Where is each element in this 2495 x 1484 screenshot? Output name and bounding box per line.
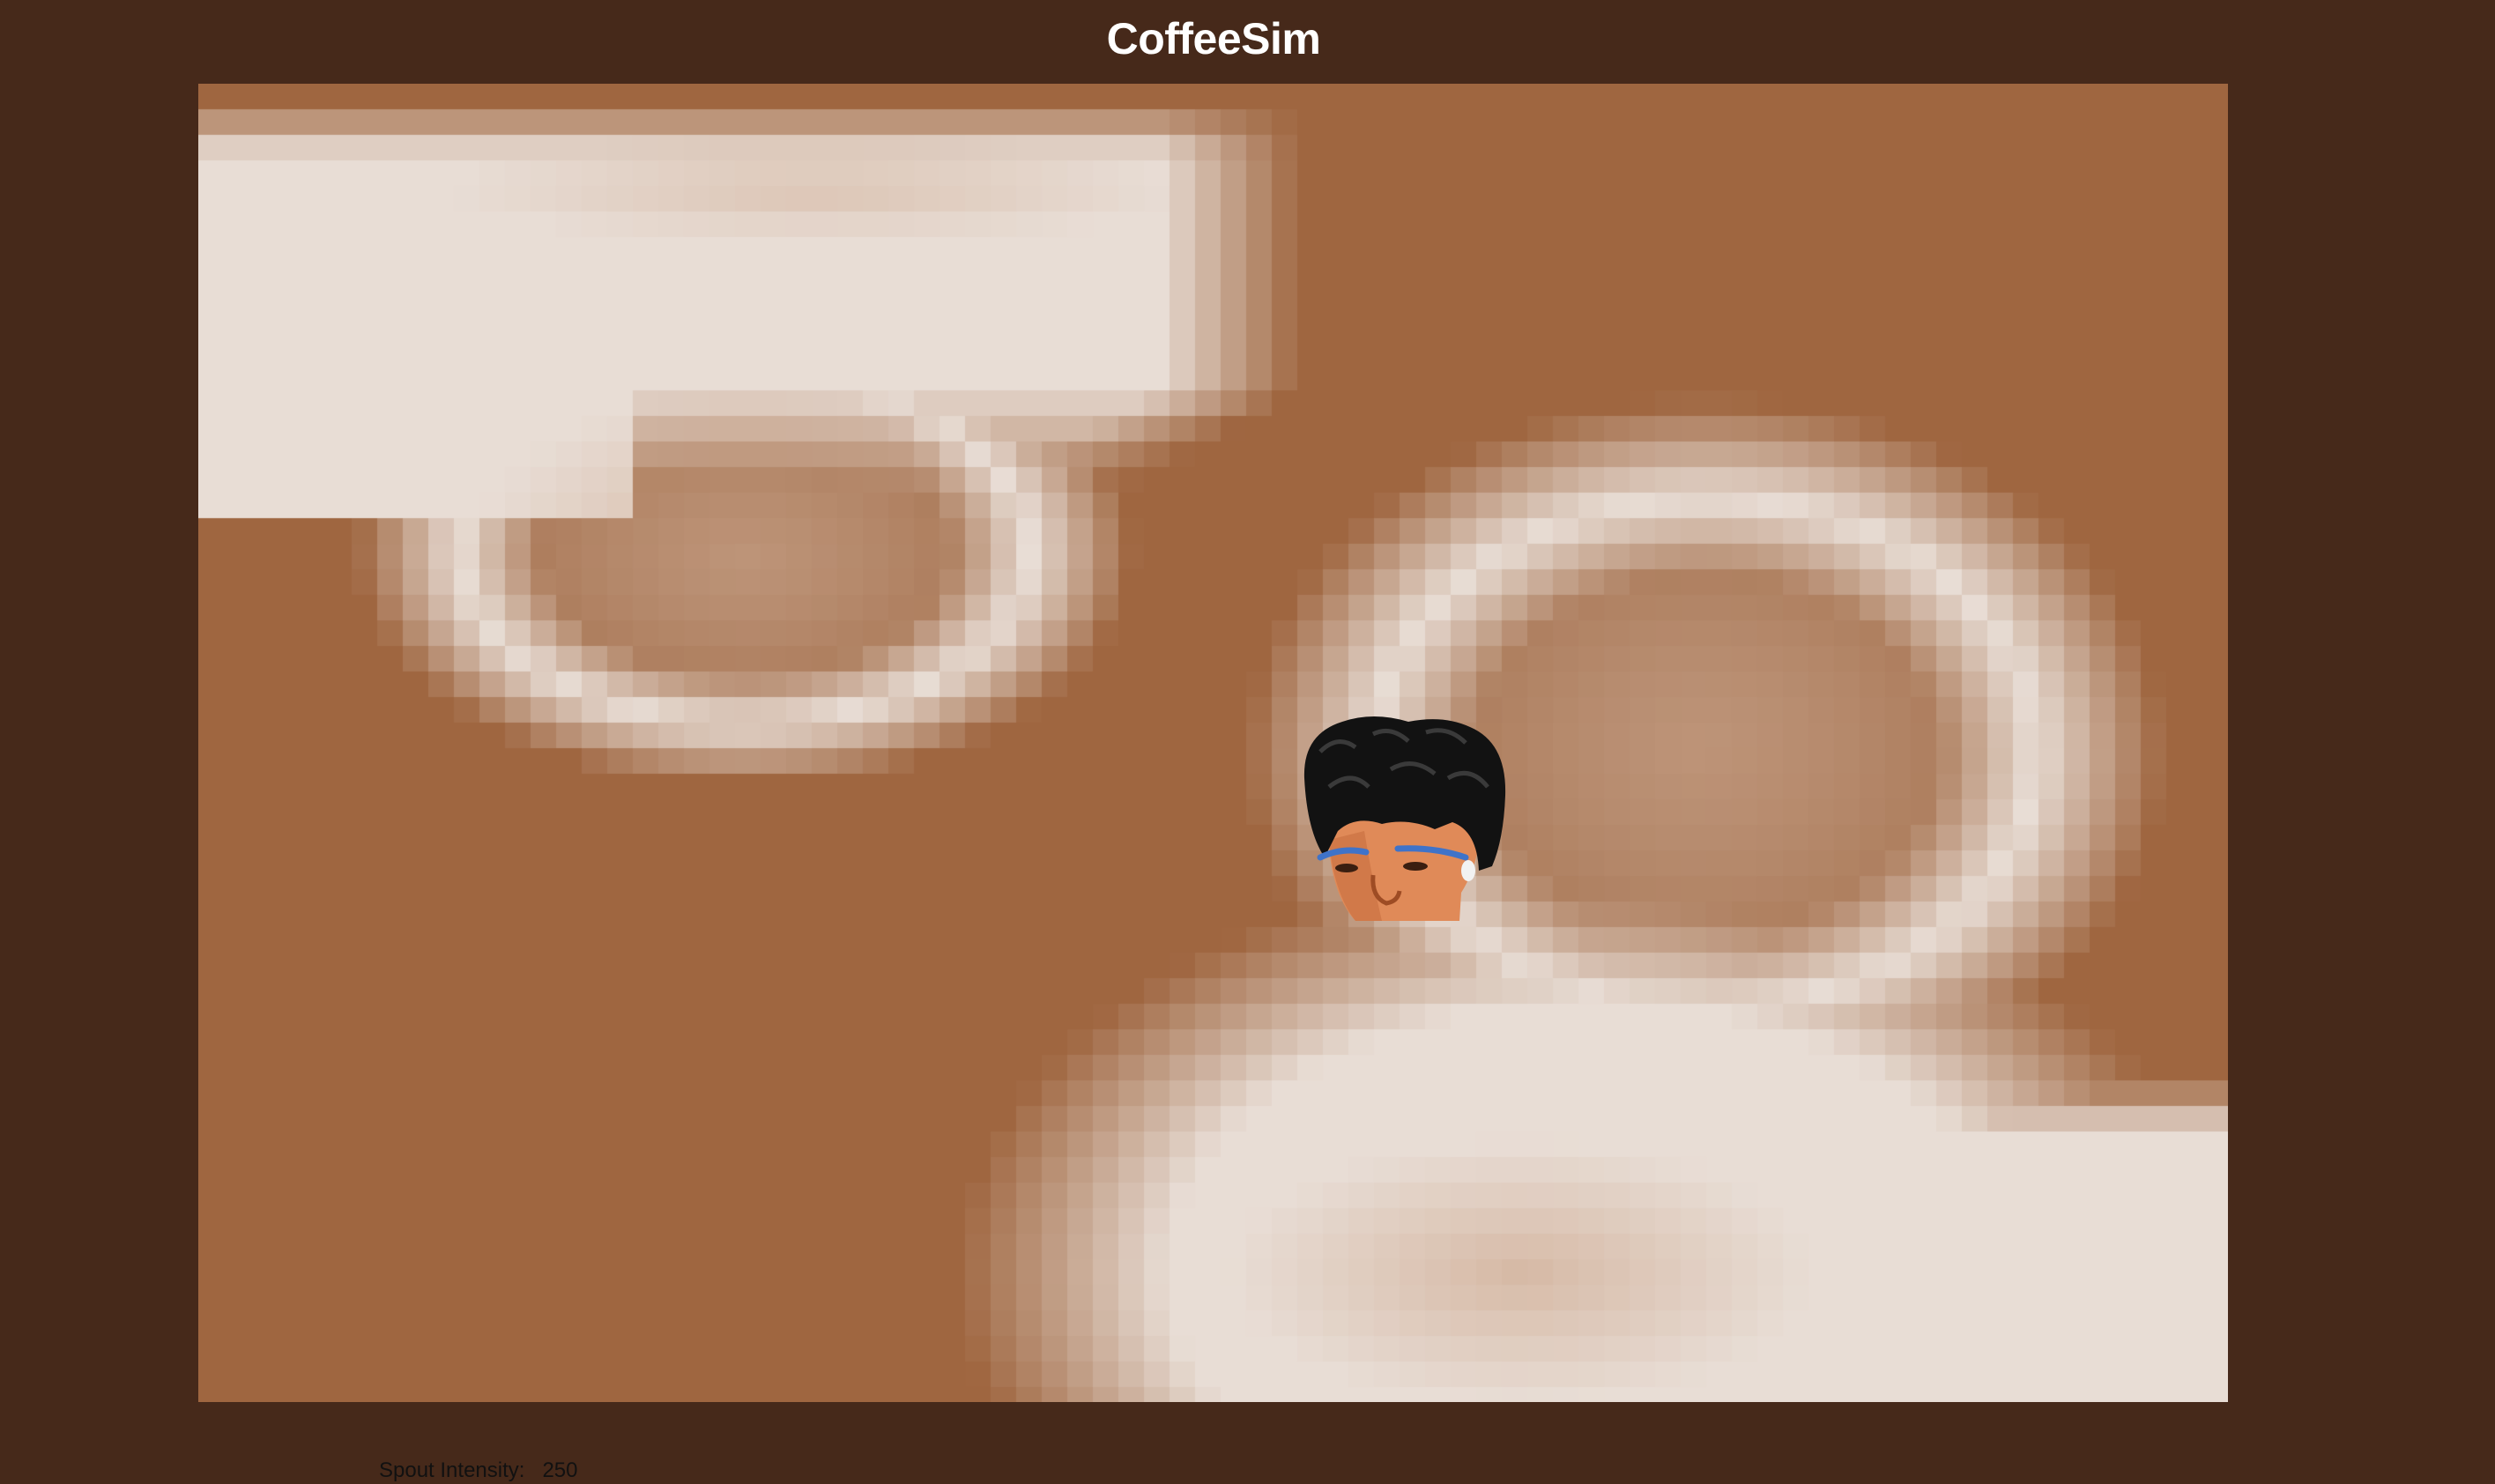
spout-intensity-value: 250	[542, 1458, 578, 1482]
app-title: CoffeeSim	[1106, 14, 1321, 63]
simulation-canvas-container[interactable]	[198, 84, 2228, 1402]
face-avatar-icon[interactable]	[1303, 716, 1508, 926]
coffee-simulation-canvas[interactable]	[198, 84, 2228, 1402]
spout-intensity-readout: Spout Intensity: 250	[379, 1458, 578, 1484]
spout-intensity-label: Spout Intensity:	[379, 1458, 525, 1482]
